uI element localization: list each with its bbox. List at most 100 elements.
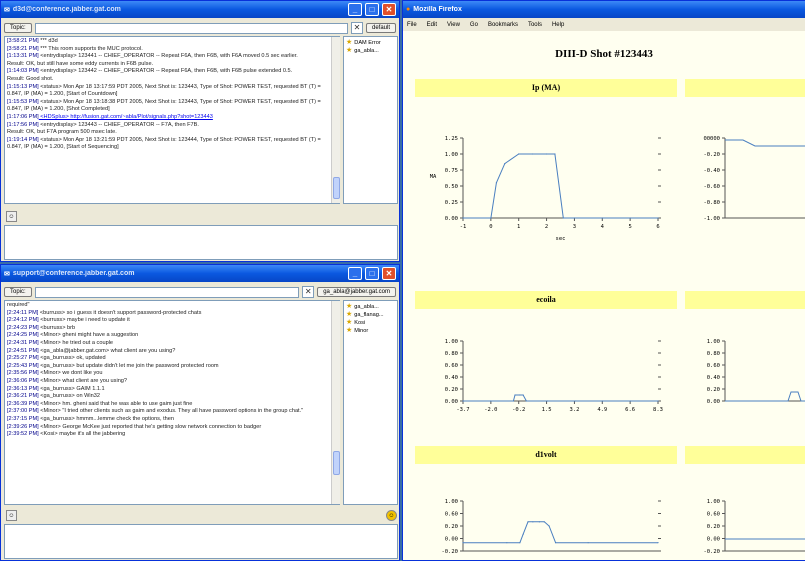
menu-item-edit[interactable]: Edit	[427, 22, 437, 28]
data-point	[573, 217, 576, 219]
y-tick-label: 1.00	[707, 499, 720, 505]
emoticon-icon[interactable]: ☺	[6, 211, 17, 222]
y-tick-label: -0.20	[441, 549, 458, 555]
topic-field[interactable]	[34, 22, 348, 34]
roster-item[interactable]: ★ ga_abla...	[346, 47, 395, 55]
message-input[interactable]	[4, 225, 398, 260]
data-point	[562, 217, 564, 219]
chat-message: [1:17:06 PM] <HDSplus> http://fusion.gat…	[7, 114, 337, 122]
roster-item[interactable]: ★ DAM Error	[346, 39, 395, 47]
default-button[interactable]: default	[365, 23, 396, 33]
data-point	[462, 542, 464, 544]
menu-item-help[interactable]: Help	[552, 22, 564, 28]
y-tick-label: 0.80	[445, 351, 458, 357]
x-tick-label: 3	[573, 224, 576, 230]
data-point	[506, 542, 508, 544]
window-title: d3d@conference.jabber.gat.com	[12, 6, 121, 13]
roster-item[interactable]: ★ ga_abla...	[346, 303, 395, 311]
title-bar[interactable]: ✉ d3d@conference.jabber.gat.com _ □ ✕	[1, 1, 399, 18]
chat-scrollbar[interactable]	[331, 37, 340, 203]
roster-item[interactable]: ★ Minor	[346, 327, 395, 335]
menu-item-tools[interactable]: Tools	[528, 22, 542, 28]
message-timestamp: [1:19:14 PM]	[7, 136, 39, 143]
data-point	[490, 400, 492, 402]
data-point	[490, 217, 492, 219]
message-timestamp: [2:36:06 PM]	[7, 377, 39, 384]
data-point	[462, 400, 464, 402]
message-timestamp: [1:15:13 PM]	[7, 83, 39, 90]
chat-message: [2:39:26 PM] <Minor> George McKee just r…	[7, 424, 337, 432]
roster-item-label: DAM Error	[354, 40, 381, 46]
roster-item[interactable]: ★ ga_flanag...	[346, 311, 395, 319]
y-tick-label: 1.00	[445, 499, 458, 505]
user-label: ga_abla@jabber.gat.com	[317, 287, 396, 297]
scrollbar-thumb[interactable]	[333, 177, 340, 199]
title-bar[interactable]: ✉ support@conference.jabber.gat.com _ □ …	[1, 265, 399, 282]
topic-button[interactable]: Topic:	[4, 287, 32, 297]
y-tick-label: 0.20	[445, 524, 458, 530]
chat-message: [2:35:56 PM] <Minor> we dont like you	[7, 370, 337, 378]
x-tick-label: 8.3	[653, 407, 663, 413]
topic-button[interactable]: Topic:	[4, 23, 32, 33]
minimize-button[interactable]: _	[348, 267, 362, 280]
scrollbar-thumb[interactable]	[333, 451, 340, 475]
data-point	[554, 153, 556, 155]
message-timestamp: [2:24:23 PM]	[7, 324, 39, 331]
chat-message: [2:37:00 PM] <Minor> "I tried other clie…	[7, 408, 337, 416]
chat-icon: ✉	[4, 6, 10, 14]
chat-scrollbar[interactable]	[331, 301, 340, 504]
menu-item-view[interactable]: View	[447, 22, 460, 28]
close-button[interactable]: ✕	[382, 3, 396, 16]
menu-item-bookmarks[interactable]: Bookmarks	[488, 22, 518, 28]
tools-icon[interactable]: ✕	[350, 22, 363, 34]
message-text: Result: OK, but still have some eddy cur…	[7, 60, 154, 67]
roster-item[interactable]: ★ Kosi	[346, 319, 395, 327]
topic-field[interactable]	[34, 286, 300, 298]
message-text: <Minor> gheni might have a suggestion	[38, 332, 139, 339]
menu-item-go[interactable]: Go	[470, 22, 478, 28]
series-line-2	[463, 521, 658, 544]
x-tick-label: 5	[628, 224, 631, 230]
y-tick-label: 0.20	[707, 524, 720, 530]
message-text: <Minor> George McKee just reported that …	[38, 423, 262, 430]
message-timestamp: [2:36:39 PM]	[7, 400, 39, 407]
minimize-button[interactable]: _	[348, 3, 362, 16]
emoticon-icon[interactable]: ☺	[6, 510, 17, 521]
chat-message: [1:15:13 PM] <status> Mon Apr 18 13:17:5…	[7, 84, 337, 99]
title-bar[interactable]: ● Mozilla Firefox	[403, 1, 805, 18]
x-tick-label: -1	[460, 224, 467, 230]
chat-window-d3d: ✉ d3d@conference.jabber.gat.com _ □ ✕ To…	[0, 0, 400, 262]
user-icon: ★	[346, 303, 353, 310]
y-tick-label: 0.00	[445, 399, 458, 405]
message-timestamp: [2:37:15 PM]	[7, 415, 39, 422]
y-tick-label: 0.80	[707, 351, 720, 357]
y-tick-label: 0.60	[707, 512, 720, 518]
y-tick-label: 1.00	[445, 152, 458, 158]
message-text: <ga_abla@jabber.gat.com> what client are…	[38, 347, 176, 354]
maximize-button[interactable]: □	[365, 3, 379, 16]
message-timestamp: [1:14:03 PM]	[7, 68, 39, 75]
data-point	[522, 533, 524, 535]
chat-message: [2:39:52 PM] <Kosi> maybe it's all the j…	[7, 431, 337, 439]
chat-message: [3:58:21 PM] *** This room supports the …	[7, 46, 337, 54]
window-title: Mozilla Firefox	[413, 6, 462, 13]
tools-icon[interactable]: ✕	[302, 286, 315, 298]
menu-bar: File Edit View Go Bookmarks Tools Help	[403, 18, 805, 31]
data-point	[657, 217, 659, 219]
data-point	[548, 525, 550, 527]
maximize-button[interactable]: □	[365, 267, 379, 280]
message-text: <burruss> so i guess it doesn't support …	[38, 309, 202, 316]
chat-message: [2:24:23 PM] <burruss> brb	[7, 325, 337, 333]
message-text: required"	[7, 302, 30, 308]
data-point	[519, 394, 521, 396]
close-button[interactable]: ✕	[382, 267, 396, 280]
y-tick-label: 0.20	[707, 387, 720, 393]
menu-item-file[interactable]: File	[407, 22, 417, 28]
data-point	[519, 542, 521, 544]
y-tick-label: -0.20	[703, 152, 720, 158]
smiley-icon[interactable]: ☺	[386, 510, 397, 521]
message-input[interactable]	[4, 524, 398, 559]
x-tick-label: 6	[656, 224, 659, 230]
message-timestamp: [2:25:27 PM]	[7, 355, 39, 362]
y-tick-label: 1.00	[445, 339, 458, 345]
